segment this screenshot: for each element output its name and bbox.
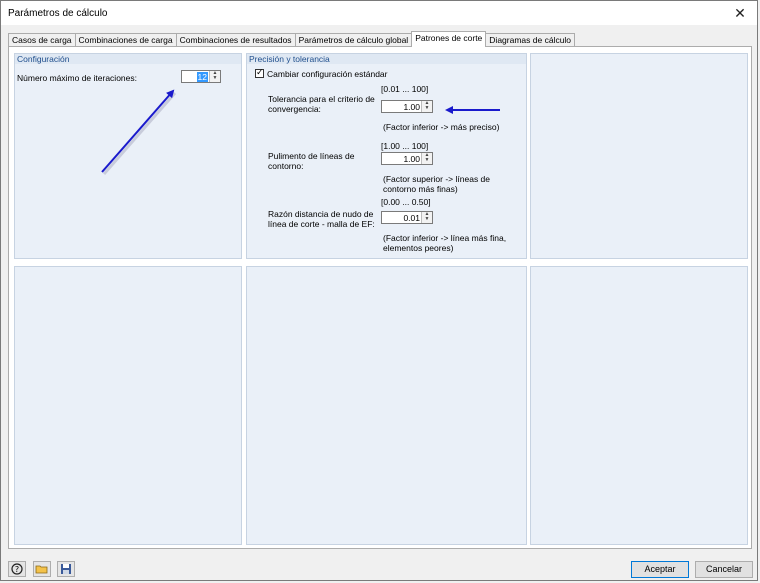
smoothing-label-line1: Pulimento de líneas de	[268, 151, 355, 161]
ratio-label-line2: línea de corte - malla de EF:	[268, 219, 375, 229]
max-iterations-label: Número máximo de iteraciones:	[17, 73, 137, 83]
stepper-arrows[interactable]: ▲ ▼	[421, 153, 432, 164]
tab-casos-de-carga[interactable]: Casos de carga	[8, 33, 76, 47]
tab-parametros-calculo-global[interactable]: Parámetros de cálculo global	[294, 33, 413, 47]
chevron-down-icon[interactable]: ▼	[422, 106, 432, 111]
change-default-label: Cambiar configuración estándar	[267, 69, 388, 79]
chevron-down-icon[interactable]: ▼	[210, 76, 220, 81]
empty-panel-bottom-center	[246, 266, 527, 545]
button-bar: ? Aceptar Cancelar	[1, 553, 757, 581]
tab-combinaciones-de-carga[interactable]: Combinaciones de carga	[74, 33, 177, 47]
smoothing-hint-line2: contorno más finas)	[383, 184, 458, 194]
precision-panel: Precisión y tolerancia ✓ Cambiar configu…	[246, 53, 527, 259]
change-default-checkbox[interactable]: ✓	[255, 67, 264, 78]
ratio-label-line1: Razón distancia de nudo de	[268, 209, 374, 219]
checkmark-icon: ✓	[256, 67, 264, 77]
config-panel-header: Configuración	[15, 54, 241, 64]
chevron-down-icon[interactable]: ▼	[422, 158, 432, 163]
tolerance-hint: (Factor inferior -> más preciso)	[383, 122, 500, 132]
tolerance-range: [0.01 ... 100]	[381, 84, 429, 94]
dialog-window: Parámetros de cálculo ✕ Casos de carga C…	[0, 0, 758, 581]
tolerance-value: 1.00	[403, 102, 420, 112]
smoothing-range: [1.00 ... 100]	[381, 141, 429, 151]
folder-icon[interactable]	[33, 561, 51, 577]
empty-panel-bottom-left	[14, 266, 242, 545]
cancel-button[interactable]: Cancelar	[695, 561, 753, 578]
ratio-hint-line1: (Factor inferior -> línea más fina,	[383, 233, 507, 243]
smoothing-label-line2: contorno:	[268, 161, 304, 171]
tab-strip: Casos de carga Combinaciones de carga Co…	[8, 31, 576, 47]
smoothing-value: 1.00	[403, 154, 420, 164]
tolerance-label-line2: convergencia:	[268, 104, 321, 114]
help-icon[interactable]: ?	[8, 561, 26, 577]
smoothing-hint-line1: (Factor superior -> líneas de	[383, 174, 491, 184]
tab-panel: Configuración Número máximo de iteracion…	[8, 46, 752, 549]
config-panel: Configuración Número máximo de iteracion…	[14, 53, 242, 259]
tab-combinaciones-de-resultados[interactable]: Combinaciones de resultados	[175, 33, 296, 47]
chevron-down-icon[interactable]: ▼	[422, 217, 432, 222]
tab-patrones-de-corte[interactable]: Patrones de corte	[411, 31, 487, 47]
max-iterations-value: 12	[196, 72, 208, 82]
close-icon[interactable]: ✕	[729, 3, 751, 23]
ratio-value: 0.01	[403, 213, 420, 223]
empty-panel-top-right	[530, 53, 748, 259]
stepper-arrows[interactable]: ▲ ▼	[421, 212, 432, 223]
empty-panel-bottom-right	[530, 266, 748, 545]
accept-button[interactable]: Aceptar	[631, 561, 689, 578]
tolerance-label-line1: Tolerancia para el criterio de	[268, 94, 375, 104]
window-title: Parámetros de cálculo	[8, 8, 108, 19]
tab-diagramas-de-calculo[interactable]: Diagramas de cálculo	[485, 33, 576, 47]
max-iterations-stepper[interactable]: 12 ▲ ▼	[181, 70, 221, 83]
tolerance-stepper[interactable]: 1.00 ▲ ▼	[381, 100, 433, 113]
stepper-arrows[interactable]: ▲ ▼	[421, 101, 432, 112]
title-bar: Parámetros de cálculo ✕	[1, 1, 757, 25]
svg-text:?: ?	[15, 565, 19, 574]
save-icon[interactable]	[57, 561, 75, 577]
ratio-hint-line2: elementos peores)	[383, 243, 454, 253]
ratio-range: [0.00 ... 0.50]	[381, 197, 431, 207]
ratio-stepper[interactable]: 0.01 ▲ ▼	[381, 211, 433, 224]
smoothing-stepper[interactable]: 1.00 ▲ ▼	[381, 152, 433, 165]
stepper-arrows[interactable]: ▲ ▼	[209, 71, 220, 82]
precision-panel-header: Precisión y tolerancia	[247, 54, 526, 64]
